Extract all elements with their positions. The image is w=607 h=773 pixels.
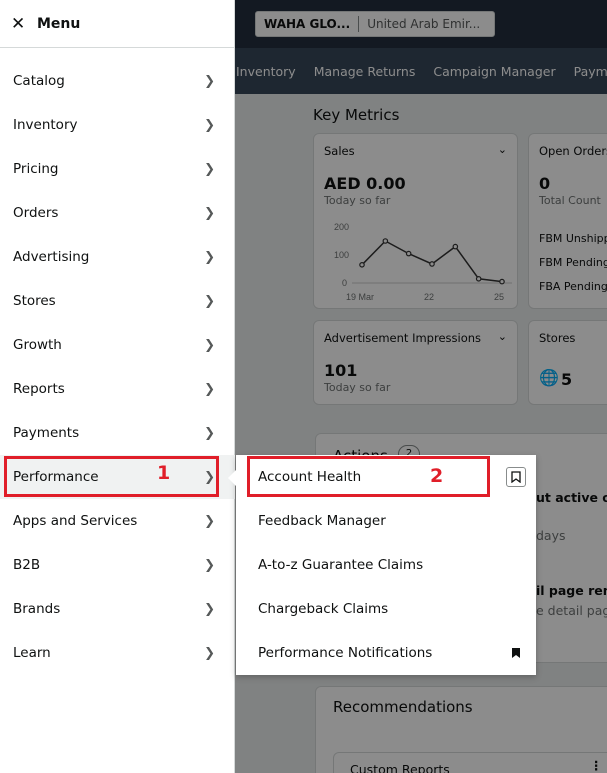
menu-item-label: Pricing: [13, 161, 59, 177]
chevron-right-icon: ❯: [204, 645, 215, 661]
chevron-right-icon: ❯: [204, 381, 215, 397]
submenu-item-performance-notifications[interactable]: Performance Notifications: [236, 631, 536, 675]
chevron-right-icon: ❯: [204, 205, 215, 221]
menu-item-learn[interactable]: Learn ❯: [0, 631, 235, 675]
menu-item-label: Payments: [13, 425, 80, 441]
menu-item-payments[interactable]: Payments ❯: [0, 411, 235, 455]
menu-drawer: ✕ Menu Catalog ❯ Inventory ❯ Pricing ❯ Orde…: [0, 0, 235, 773]
drawer-title: Menu: [37, 15, 81, 32]
close-icon[interactable]: ✕: [11, 14, 27, 34]
step-number-1: 1: [157, 462, 171, 484]
menu-item-apps-and-services[interactable]: Apps and Services ❯: [0, 499, 235, 543]
step-number-2: 2: [430, 465, 444, 487]
menu-item-orders[interactable]: Orders ❯: [0, 191, 235, 235]
menu-item-label: Learn: [13, 645, 51, 661]
chevron-right-icon: ❯: [204, 601, 215, 617]
menu-item-catalog[interactable]: Catalog ❯: [0, 59, 235, 103]
menu-item-reports[interactable]: Reports ❯: [0, 367, 235, 411]
menu-item-label: Catalog: [13, 73, 65, 89]
menu-item-b2b[interactable]: B2B ❯: [0, 543, 235, 587]
submenu-item-label: A-to-z Guarantee Claims: [258, 557, 424, 573]
bookmark-filled-icon[interactable]: [506, 643, 526, 663]
menu-item-label: Growth: [13, 337, 62, 353]
bookmark-outline-icon[interactable]: [506, 467, 526, 487]
highlight-box-account-health: [247, 456, 490, 497]
highlight-box-performance: [4, 456, 219, 497]
submenu-item-label: Feedback Manager: [258, 513, 386, 529]
chevron-right-icon: ❯: [204, 161, 215, 177]
menu-item-label: Orders: [13, 205, 59, 221]
menu-item-label: Advertising: [13, 249, 90, 265]
chevron-right-icon: ❯: [204, 117, 215, 133]
chevron-right-icon: ❯: [204, 557, 215, 573]
submenu-item-chargeback-claims[interactable]: Chargeback Claims: [236, 587, 536, 631]
chevron-right-icon: ❯: [204, 337, 215, 353]
chevron-right-icon: ❯: [204, 73, 215, 89]
menu-item-label: Stores: [13, 293, 56, 309]
submenu-item-a-to-z-claims[interactable]: A-to-z Guarantee Claims: [236, 543, 536, 587]
submenu-item-label: Performance Notifications: [258, 645, 433, 661]
menu-item-inventory[interactable]: Inventory ❯: [0, 103, 235, 147]
submenu-item-feedback-manager[interactable]: Feedback Manager: [236, 499, 536, 543]
chevron-right-icon: ❯: [204, 513, 215, 529]
menu-item-label: Brands: [13, 601, 61, 617]
menu-item-label: B2B: [13, 557, 41, 573]
menu-item-label: Inventory: [13, 117, 78, 133]
drawer-header: ✕ Menu: [0, 0, 234, 48]
menu-item-label: Apps and Services: [13, 513, 138, 529]
menu-item-pricing[interactable]: Pricing ❯: [0, 147, 235, 191]
submenu-item-label: Chargeback Claims: [258, 601, 389, 617]
chevron-right-icon: ❯: [204, 425, 215, 441]
chevron-right-icon: ❯: [204, 249, 215, 265]
menu-item-stores[interactable]: Stores ❯: [0, 279, 235, 323]
menu-item-label: Reports: [13, 381, 65, 397]
menu-item-growth[interactable]: Growth ❯: [0, 323, 235, 367]
chevron-right-icon: ❯: [204, 293, 215, 309]
menu-item-brands[interactable]: Brands ❯: [0, 587, 235, 631]
menu-item-advertising[interactable]: Advertising ❯: [0, 235, 235, 279]
